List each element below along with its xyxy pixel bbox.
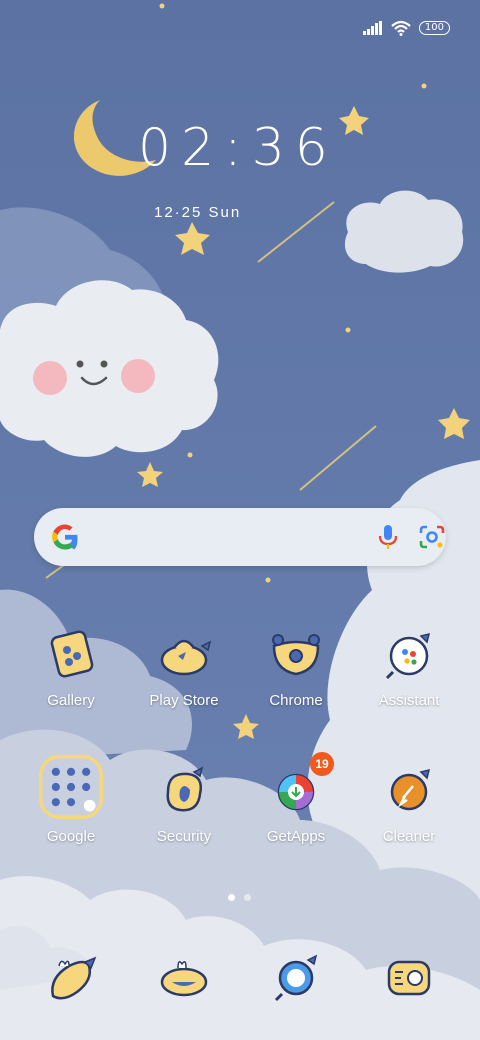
cheek-right — [121, 359, 155, 393]
app-label: Security — [156, 828, 212, 845]
play-store-icon — [160, 639, 212, 676]
chrome-icon — [272, 634, 320, 676]
dock-camera[interactable] — [359, 948, 459, 1008]
status-bar: 100 — [362, 18, 450, 38]
dock-browser[interactable] — [246, 948, 346, 1008]
assistant-icon — [385, 632, 431, 680]
cheek-left — [33, 361, 67, 395]
lens-camera-icon[interactable] — [418, 523, 446, 551]
app-google-folder[interactable]: Google — [21, 754, 121, 845]
app-label: Assistant — [378, 692, 440, 709]
security-icon — [166, 766, 204, 812]
mic-icon[interactable] — [375, 523, 401, 551]
app-label: GetApps — [266, 828, 326, 845]
dock-messages[interactable] — [134, 948, 234, 1008]
messages-icon — [160, 961, 208, 997]
google-folder-icon — [38, 754, 104, 820]
app-security[interactable]: Security — [134, 762, 234, 845]
camera-icon — [387, 960, 431, 996]
dock-phone[interactable] — [21, 948, 121, 1008]
app-label: Google — [46, 828, 96, 845]
wifi-icon — [391, 20, 411, 36]
google-g-icon — [52, 524, 78, 550]
app-label: Play Store — [149, 692, 219, 709]
browser-icon — [274, 954, 318, 1002]
clock-time[interactable]: 02:36 — [138, 118, 338, 178]
signal-icon — [362, 21, 382, 35]
phone-icon — [51, 956, 97, 1000]
app-chrome[interactable]: Chrome — [246, 626, 346, 709]
app-label: Chrome — [269, 692, 323, 709]
battery-indicator: 100 — [418, 21, 450, 35]
page-dot — [244, 894, 251, 901]
app-gallery[interactable]: Gallery — [21, 626, 121, 709]
app-play-store[interactable]: Play Store — [134, 626, 234, 709]
app-label: Cleaner — [382, 828, 436, 845]
page-indicator — [228, 894, 251, 901]
eye-right — [100, 360, 108, 368]
app-cleaner[interactable]: Cleaner — [359, 762, 459, 845]
clock-date[interactable]: 12·25 Sun — [154, 204, 241, 221]
gallery-icon — [50, 630, 94, 678]
page-dot-active — [228, 894, 235, 901]
app-getapps[interactable]: 19 GetApps — [246, 752, 346, 845]
eye-left — [76, 360, 84, 368]
notification-badge: 19 — [310, 752, 334, 776]
app-label: Gallery — [47, 692, 95, 709]
cleaner-icon — [390, 768, 431, 811]
app-assistant[interactable]: Assistant — [359, 626, 459, 709]
google-search-bar[interactable] — [34, 508, 446, 566]
